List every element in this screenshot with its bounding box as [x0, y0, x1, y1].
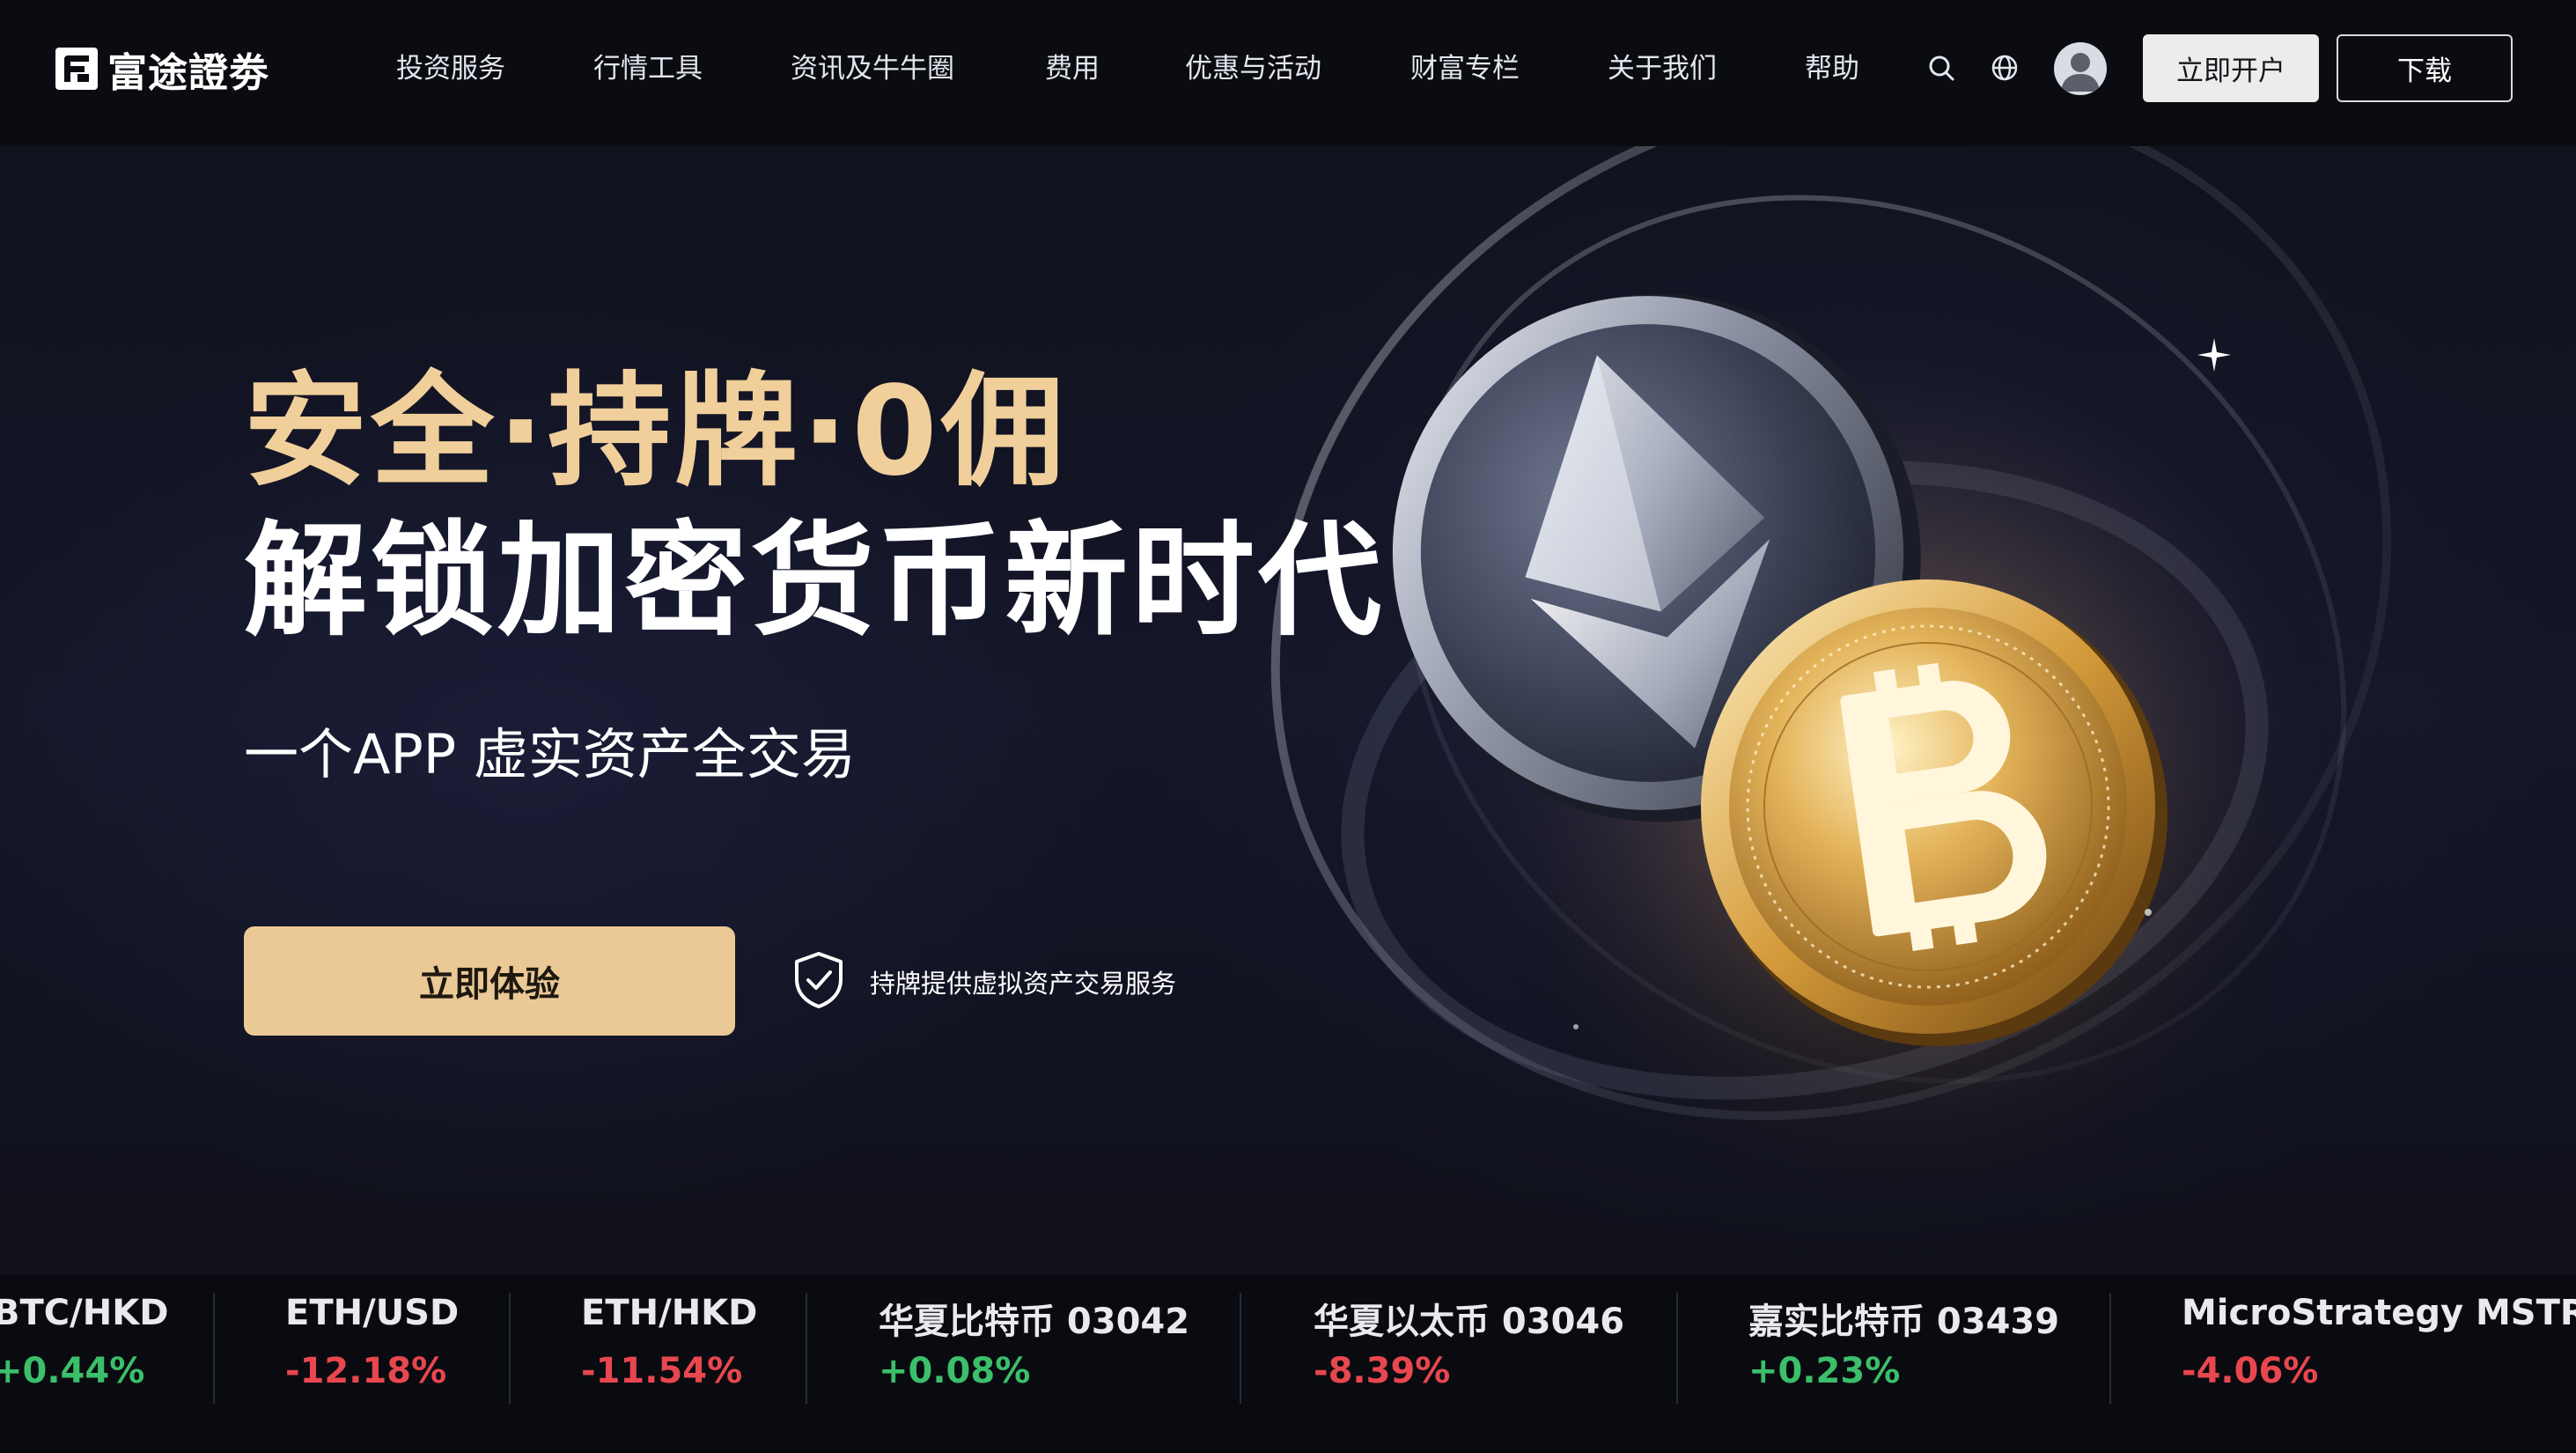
license-notice: 持牌提供虚拟资产交易服务	[870, 969, 1177, 999]
nav-market-tools[interactable]: 行情工具	[593, 48, 703, 89]
ticker-symbol: 华夏比特币 03042	[879, 1302, 1190, 1342]
nav-investment-services[interactable]: 投资服务	[396, 48, 505, 89]
ticker-symbol: MicroStrategy MSTR	[2182, 1293, 2576, 1333]
nav-promotions[interactable]: 优惠与活动	[1185, 48, 1321, 89]
globe-icon[interactable]	[1990, 53, 2020, 83]
crypto-coins-illustration	[1270, 146, 2392, 1238]
futu-logo[interactable]: 富途證劵	[55, 44, 269, 96]
hero-headline-gold: 安全·持牌·0佣	[244, 360, 1068, 504]
ticker-symbol: ETH/USD	[285, 1293, 460, 1333]
ticker-symbol: ETH/HKD	[581, 1293, 758, 1333]
ticker-divider	[1240, 1293, 1241, 1404]
avatar-icon[interactable]	[2054, 42, 2107, 95]
ticker-symbol: 华夏以太币 03046	[1314, 1302, 1625, 1342]
top-navigation-bar: 富途證劵 投资服务 行情工具 资讯及牛牛圈 费用 优惠与活动 财富专栏 关于我们…	[0, 0, 2576, 146]
hero-banner: 安全·持牌·0佣 解锁加密货币新时代 一个APP 虚实资产全交易 立即体验 持牌…	[0, 146, 2576, 1275]
ticker-change: -4.06%	[2182, 1351, 2319, 1391]
page: 富途證劵 投资服务 行情工具 资讯及牛牛圈 费用 优惠与活动 财富专栏 关于我们…	[0, 0, 2576, 1453]
nav-about-us[interactable]: 关于我们	[1608, 48, 1717, 89]
ticker-divider	[806, 1293, 807, 1404]
user-silhouette-icon	[2061, 53, 2100, 92]
ticker-divider	[213, 1293, 215, 1404]
hero-headline-white: 解锁加密货币新时代	[244, 510, 1386, 653]
ticker-divider	[1676, 1293, 1678, 1404]
ticker-change: -8.39%	[1314, 1351, 1451, 1391]
shield-check-icon	[795, 952, 843, 1008]
logo-text: 富途證劵	[107, 48, 270, 96]
ticker-divider	[509, 1293, 511, 1404]
ticker-change: -11.54%	[581, 1351, 743, 1391]
download-button[interactable]: 下载	[2337, 34, 2513, 102]
try-now-button[interactable]: 立即体验	[244, 926, 735, 1036]
open-account-button[interactable]: 立即开户	[2143, 34, 2319, 102]
nav-news-community[interactable]: 资讯及牛牛圈	[791, 48, 954, 89]
ticker-symbol: 嘉实比特币 03439	[1748, 1302, 2060, 1342]
ticker-symbol: BTC/HKD	[0, 1293, 169, 1333]
hero-subtitle: 一个APP 虚实资产全交易	[244, 722, 856, 786]
nav-fees[interactable]: 费用	[1045, 48, 1100, 89]
ticker-change: +0.08%	[879, 1351, 1031, 1391]
ticker-change: -12.18%	[285, 1351, 447, 1391]
logo-mark-icon	[55, 48, 98, 90]
ticker-divider	[2109, 1293, 2111, 1404]
ticker-change: +0.44%	[0, 1351, 145, 1391]
search-icon[interactable]	[1926, 53, 1956, 83]
nav-wealth-column[interactable]: 财富专栏	[1410, 48, 1520, 89]
ticker-change: +0.23%	[1748, 1351, 1901, 1391]
price-ticker: BTC/HKD +0.44% ETH/USD -12.18% ETH/HKD -…	[0, 1275, 2576, 1453]
nav-help[interactable]: 帮助	[1805, 48, 1859, 89]
